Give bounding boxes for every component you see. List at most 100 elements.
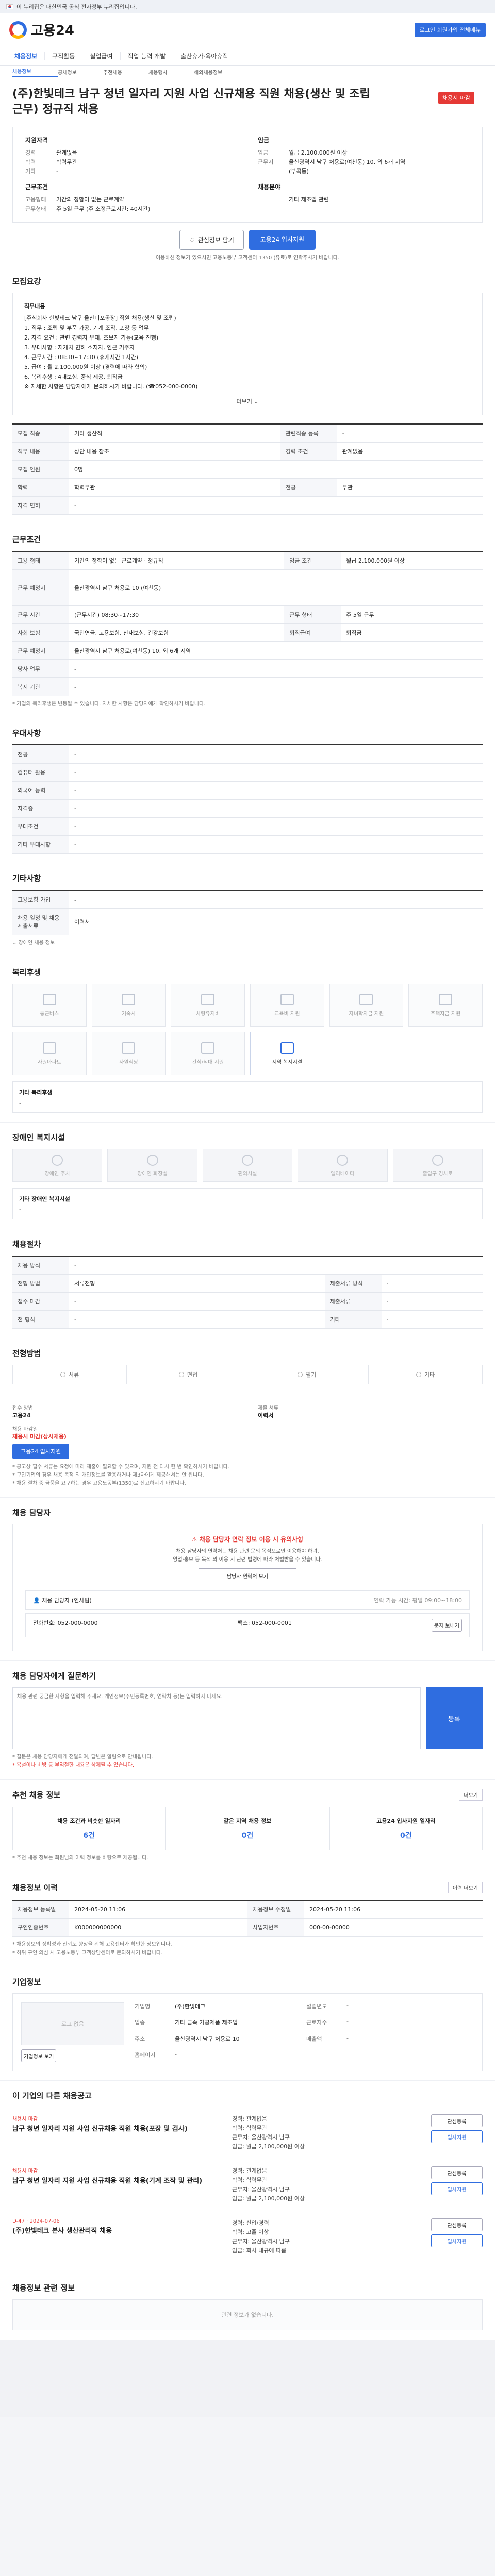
message-button[interactable]: 문자 보내기 <box>431 1619 462 1632</box>
facility-label: 자녀학자금 지원 <box>349 1011 384 1017</box>
table-row: 채용 방식 - <box>12 1256 483 1275</box>
facility-dorm: 기숙사 <box>91 984 166 1027</box>
manager-alert-text: 채용 담당자 연락 정보 이용 시 유의사항 <box>199 1536 304 1543</box>
row-value: - <box>69 1256 483 1275</box>
table-row: 고용 형태 기간의 정함이 없는 근로계약 · 정규직 임금 조건 월급 2,100,… <box>12 551 483 570</box>
other-meta: 경력: 관계없음 학력: 학력무관 근무지: 울산광역시 남구 임금: 월급 2… <box>232 2114 423 2151</box>
welfare-extra-title: 기타 장애인 복지시설 <box>19 1196 70 1202</box>
row-value: - <box>69 781 483 800</box>
qa-input[interactable] <box>12 1687 421 1749</box>
recommend-section: 추천 채용 정보 더보기 채용 조건과 비슷한 일자리 6건 같은 지역 채용 정… <box>0 1779 495 1872</box>
other-meta-line: 학력: 학력무관 <box>232 2177 267 2183</box>
desc-line: [주식회사 한빛테크 남구 울산미포공장] 직원 채용(생산 및 조립) <box>24 315 176 321</box>
other-left: 채용시 마감 남구 청년 일자리 지원 사업 신규채용 직원 채용(포장 및 검… <box>12 2114 224 2151</box>
kv-value: - <box>56 168 58 175</box>
bookmark-button[interactable]: 관심등록 <box>431 2218 483 2231</box>
recommend-card[interactable]: 같은 지역 채용 정보 0건 <box>171 1807 324 1850</box>
view-contact-button[interactable]: 담당자 연락처 보기 <box>199 1568 296 1583</box>
subnav-item-jobs[interactable]: 채용정보 <box>12 67 58 77</box>
row-value: - <box>69 1292 325 1311</box>
table-row: 모집 직종 기타 생산직 관련직종 등록 - <box>12 424 483 443</box>
row-value: 울산광역시 남구 처용로(여천동) 10, 외 6개 지역 <box>69 641 483 660</box>
section-title: 이 기업의 다른 채용공고 <box>12 2091 92 2100</box>
kv-value: 울산광역시 남구 처용로(여천동) 10, 외 6개 지역 <box>289 159 406 165</box>
row-key: 학력 <box>12 478 69 497</box>
table-row: 구인인증번호 K000000000000 사업자번호 000-00-00000 <box>12 1918 483 1937</box>
nav-item-jobs[interactable]: 채용정보 <box>7 52 45 60</box>
manager-fax: 팩스: 052-000-0001 <box>237 1620 292 1626</box>
qualification-group: 지원자격 경력 관계없음 학력 학력무관 기타 - <box>25 135 237 176</box>
disabled-info-link[interactable]: ⌄ 장애인 채용 정보 <box>12 939 483 947</box>
scrap-button[interactable]: ♡ 관심정보 담기 <box>179 230 244 250</box>
facility-extra: 기타 복리후생 - <box>12 1081 483 1113</box>
logo-text: 고용24 <box>31 23 75 39</box>
welfare-parking: 장애인 주차 <box>12 1149 103 1182</box>
table-row: 근무 시간 (근무시간) 08:30~17:30 근무 형태 주 5일 근무 <box>12 605 483 624</box>
qa-note: * 질문은 채용 담당자에게 전달되며, 답변은 알림으로 안내됩니다. <box>12 1754 153 1760</box>
apply-button[interactable]: 입사지원 <box>431 2130 483 2143</box>
nav-item-job-search[interactable]: 구직활동 <box>45 52 83 60</box>
other-title[interactable]: 남구 청년 일자리 지원 사업 신규채용 직원 채용(기계 조작 및 관리) <box>12 2176 224 2186</box>
desc-line: 1. 직무 : 조립 및 부품 가공, 기계 조작, 포장 등 업무 <box>24 325 149 331</box>
site-logo[interactable]: 고용24 <box>9 20 74 39</box>
apply-button[interactable]: 입사지원 <box>431 2182 483 2195</box>
row-value: 월급 2,100,000원 이상 <box>341 551 483 570</box>
nav-item-leave[interactable]: 출산휴가·육아휴직 <box>173 52 236 60</box>
method-options: 서류 면접 필기 기타 <box>12 1365 483 1384</box>
row-key: 사회 보험 <box>12 623 69 642</box>
subnav-item-events[interactable]: 채용행사 <box>148 68 194 76</box>
row-key: 구인인증번호 <box>12 1918 69 1937</box>
subnav-item-public[interactable]: 공채정보 <box>58 68 103 76</box>
login-button[interactable]: 로그인 회원가입 전체메뉴 <box>414 22 486 37</box>
desc-line: ※ 자세한 사항은 담당자에게 문의하시기 바랍니다. (☎052-000-00… <box>24 383 198 390</box>
subnav-item-recommend[interactable]: 추천채용 <box>103 68 148 76</box>
manager-text-line: 영업·홍보 등 목적 외 이용 시 관련 법령에 따라 처벌받을 수 있습니다. <box>173 1557 322 1563</box>
qualification-title: 지원자격 <box>25 137 48 144</box>
elevator-icon <box>337 1154 349 1166</box>
row-key: 채용 일정 및 채용 제출서류 <box>12 908 69 935</box>
facility-label: 주택자금 지원 <box>430 1011 461 1017</box>
welfare-ramp: 출입구 경사로 <box>392 1149 483 1182</box>
other-meta-line: 경력: 관계없음 <box>232 2167 267 2174</box>
radio-icon <box>416 1372 421 1377</box>
other-meta-line: 근무지: 울산광역시 남구 <box>232 2134 290 2141</box>
nav-item-unemployment[interactable]: 실업급여 <box>82 52 121 60</box>
row-key: 직무 내용 <box>12 442 69 461</box>
section-title: 채용 담당자 <box>12 1508 51 1517</box>
qa-submit-button[interactable]: 등록 <box>426 1687 483 1749</box>
hire-table: 채용 방식 - 전형 방법 서류전형 제출서류 방식 - 접수 마감 - 제출서류 - 전 형… <box>12 1256 483 1329</box>
table-row: 근무 예정지 울산광역시 남구 처용로 10 (여천동) <box>12 569 483 606</box>
facility-edu: 교육비 지원 <box>250 984 324 1027</box>
kv-value: (부곡동) <box>289 168 309 175</box>
section-title: 우대사항 <box>12 728 41 738</box>
other-title[interactable]: (주)한빛테크 본사 생산관리직 채용 <box>12 2226 224 2236</box>
hire-section: 채용절차 채용 방식 - 전형 방법 서류전형 제출서류 방식 - 접수 마감 - 제출서류… <box>0 1229 495 1338</box>
subnav-item-overseas[interactable]: 해외채용정보 <box>194 68 239 76</box>
regist-note: * 허위 구인 의심 시 고용노동부 고객상담센터로 문의하시기 바랍니다. <box>12 1950 163 1956</box>
apply-button[interactable]: 고용24 입사지원 <box>249 230 316 250</box>
kv-key <box>258 195 289 205</box>
recommend-card[interactable]: 채용 조건과 비슷한 일자리 6건 <box>12 1807 166 1850</box>
other-title[interactable]: 남구 청년 일자리 지원 사업 신규채용 직원 채용(포장 및 검사) <box>12 2124 224 2134</box>
welfare-label: 출입구 경사로 <box>422 1171 453 1177</box>
table-row: 컴퓨터 활용 - <box>12 763 483 782</box>
nav-item-training[interactable]: 직업 능력 개발 <box>121 52 174 60</box>
regist-note: * 채용정보의 정확성과 신뢰도 향상을 위해 고용센터가 확인한 정보입니다. <box>12 1942 172 1947</box>
bookmark-button[interactable]: 관심등록 <box>431 2166 483 2179</box>
apply-online-button[interactable]: 고용24 입사지원 <box>12 1444 70 1459</box>
more-toggle[interactable]: 더보기 ⌄ <box>24 397 471 406</box>
row-key: 근무 형태 <box>284 605 341 624</box>
row-key: 컴퓨터 활용 <box>12 763 69 782</box>
warning-icon: ⚠ <box>191 1536 197 1543</box>
section-title: 모집요강 <box>12 277 41 286</box>
sub-nav: 채용정보 공채정보 추천채용 채용행사 해외채용정보 <box>0 66 495 78</box>
section-title: 복리후생 <box>12 968 41 977</box>
company-info-button[interactable]: 기업정보 보기 <box>21 2049 57 2062</box>
company-value: - <box>175 2050 177 2057</box>
recommend-more-link[interactable]: 더보기 <box>459 1789 483 1801</box>
apply-button[interactable]: 입사지원 <box>431 2234 483 2247</box>
other-left: 채용시 마감 남구 청년 일자리 지원 사업 신규채용 직원 채용(기계 조작 … <box>12 2166 224 2204</box>
recommend-card[interactable]: 고용24 입사지원 일자리 0건 <box>329 1807 483 1850</box>
bookmark-button[interactable]: 관심등록 <box>431 2114 483 2127</box>
regist-more-link[interactable]: 이력 더보기 <box>448 1882 483 1893</box>
